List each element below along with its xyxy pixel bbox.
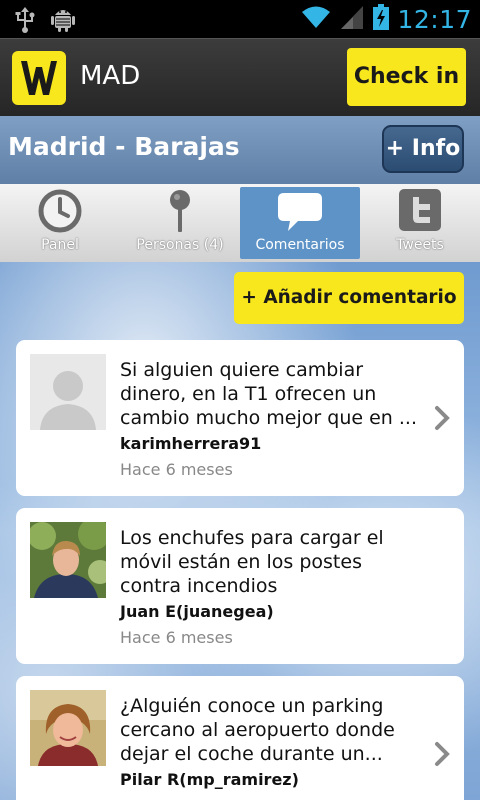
- location-name: Madrid - Barajas: [8, 132, 240, 161]
- app-header: MAD Check in: [0, 38, 480, 116]
- location-bar: Madrid - Barajas + Info: [0, 116, 480, 184]
- add-comment-button[interactable]: + Añadir comentario: [234, 272, 464, 324]
- comment-text: ¿Alguién conoce un parking cercano al ae…: [120, 695, 395, 765]
- tab-panel[interactable]: Panel: [0, 184, 120, 262]
- usb-icon: [14, 7, 36, 37]
- default-avatar: [30, 354, 106, 430]
- info-button[interactable]: + Info: [382, 125, 464, 173]
- signal-icon: [339, 4, 365, 34]
- w-logo-icon[interactable]: [12, 51, 66, 105]
- android-debug-icon: [50, 5, 76, 37]
- tab-personas[interactable]: Personas (4): [120, 184, 240, 262]
- comment-author: karimherrera91: [120, 434, 262, 453]
- speech-bubble-icon: [240, 191, 360, 237]
- tab-bar: Panel Personas (4) Comentarios Tweets: [0, 184, 480, 262]
- comment-author: Juan E(juanegea): [120, 602, 274, 621]
- comment-text: Si alguien quiere cambiar dinero, en la …: [120, 359, 417, 429]
- check-in-button[interactable]: Check in: [347, 48, 466, 106]
- app-title: MAD: [80, 61, 141, 91]
- battery-charging-icon: [373, 4, 390, 34]
- photo-avatar-man: [30, 522, 106, 598]
- clock-icon: [0, 188, 120, 234]
- tab-label: Personas (4): [136, 237, 224, 253]
- tab-label: Comentarios: [255, 237, 345, 253]
- tab-tweets[interactable]: Tweets: [360, 184, 480, 262]
- tab-comentarios[interactable]: Comentarios: [240, 187, 360, 259]
- status-bar: 12:17: [0, 0, 480, 38]
- photo-avatar-woman: [30, 690, 106, 766]
- comment-card[interactable]: ¿Alguién conoce un parking cercano al ae…: [16, 676, 464, 800]
- comment-author: Pilar R(mp_ramirez): [120, 770, 299, 789]
- chevron-right-icon: [432, 405, 452, 431]
- chevron-right-icon: [432, 741, 452, 767]
- clock-time: 12:17: [397, 4, 472, 34]
- comment-card[interactable]: Si alguien quiere cambiar dinero, en la …: [16, 340, 464, 496]
- comment-text: Los enchufes para cargar el móvil están …: [120, 527, 384, 597]
- tab-label: Tweets: [396, 237, 444, 253]
- comments-view[interactable]: + Añadir comentario Si alguien quiere ca…: [0, 262, 480, 800]
- tab-label: Panel: [41, 237, 79, 253]
- comment-time: Hace 6 meses: [120, 628, 233, 647]
- pin-icon: [120, 188, 240, 234]
- comment-card[interactable]: Los enchufes para cargar el móvil están …: [16, 508, 464, 664]
- wifi-icon: [301, 5, 331, 33]
- comment-time: Hace 6 meses: [120, 460, 233, 479]
- twitter-icon: [360, 188, 480, 234]
